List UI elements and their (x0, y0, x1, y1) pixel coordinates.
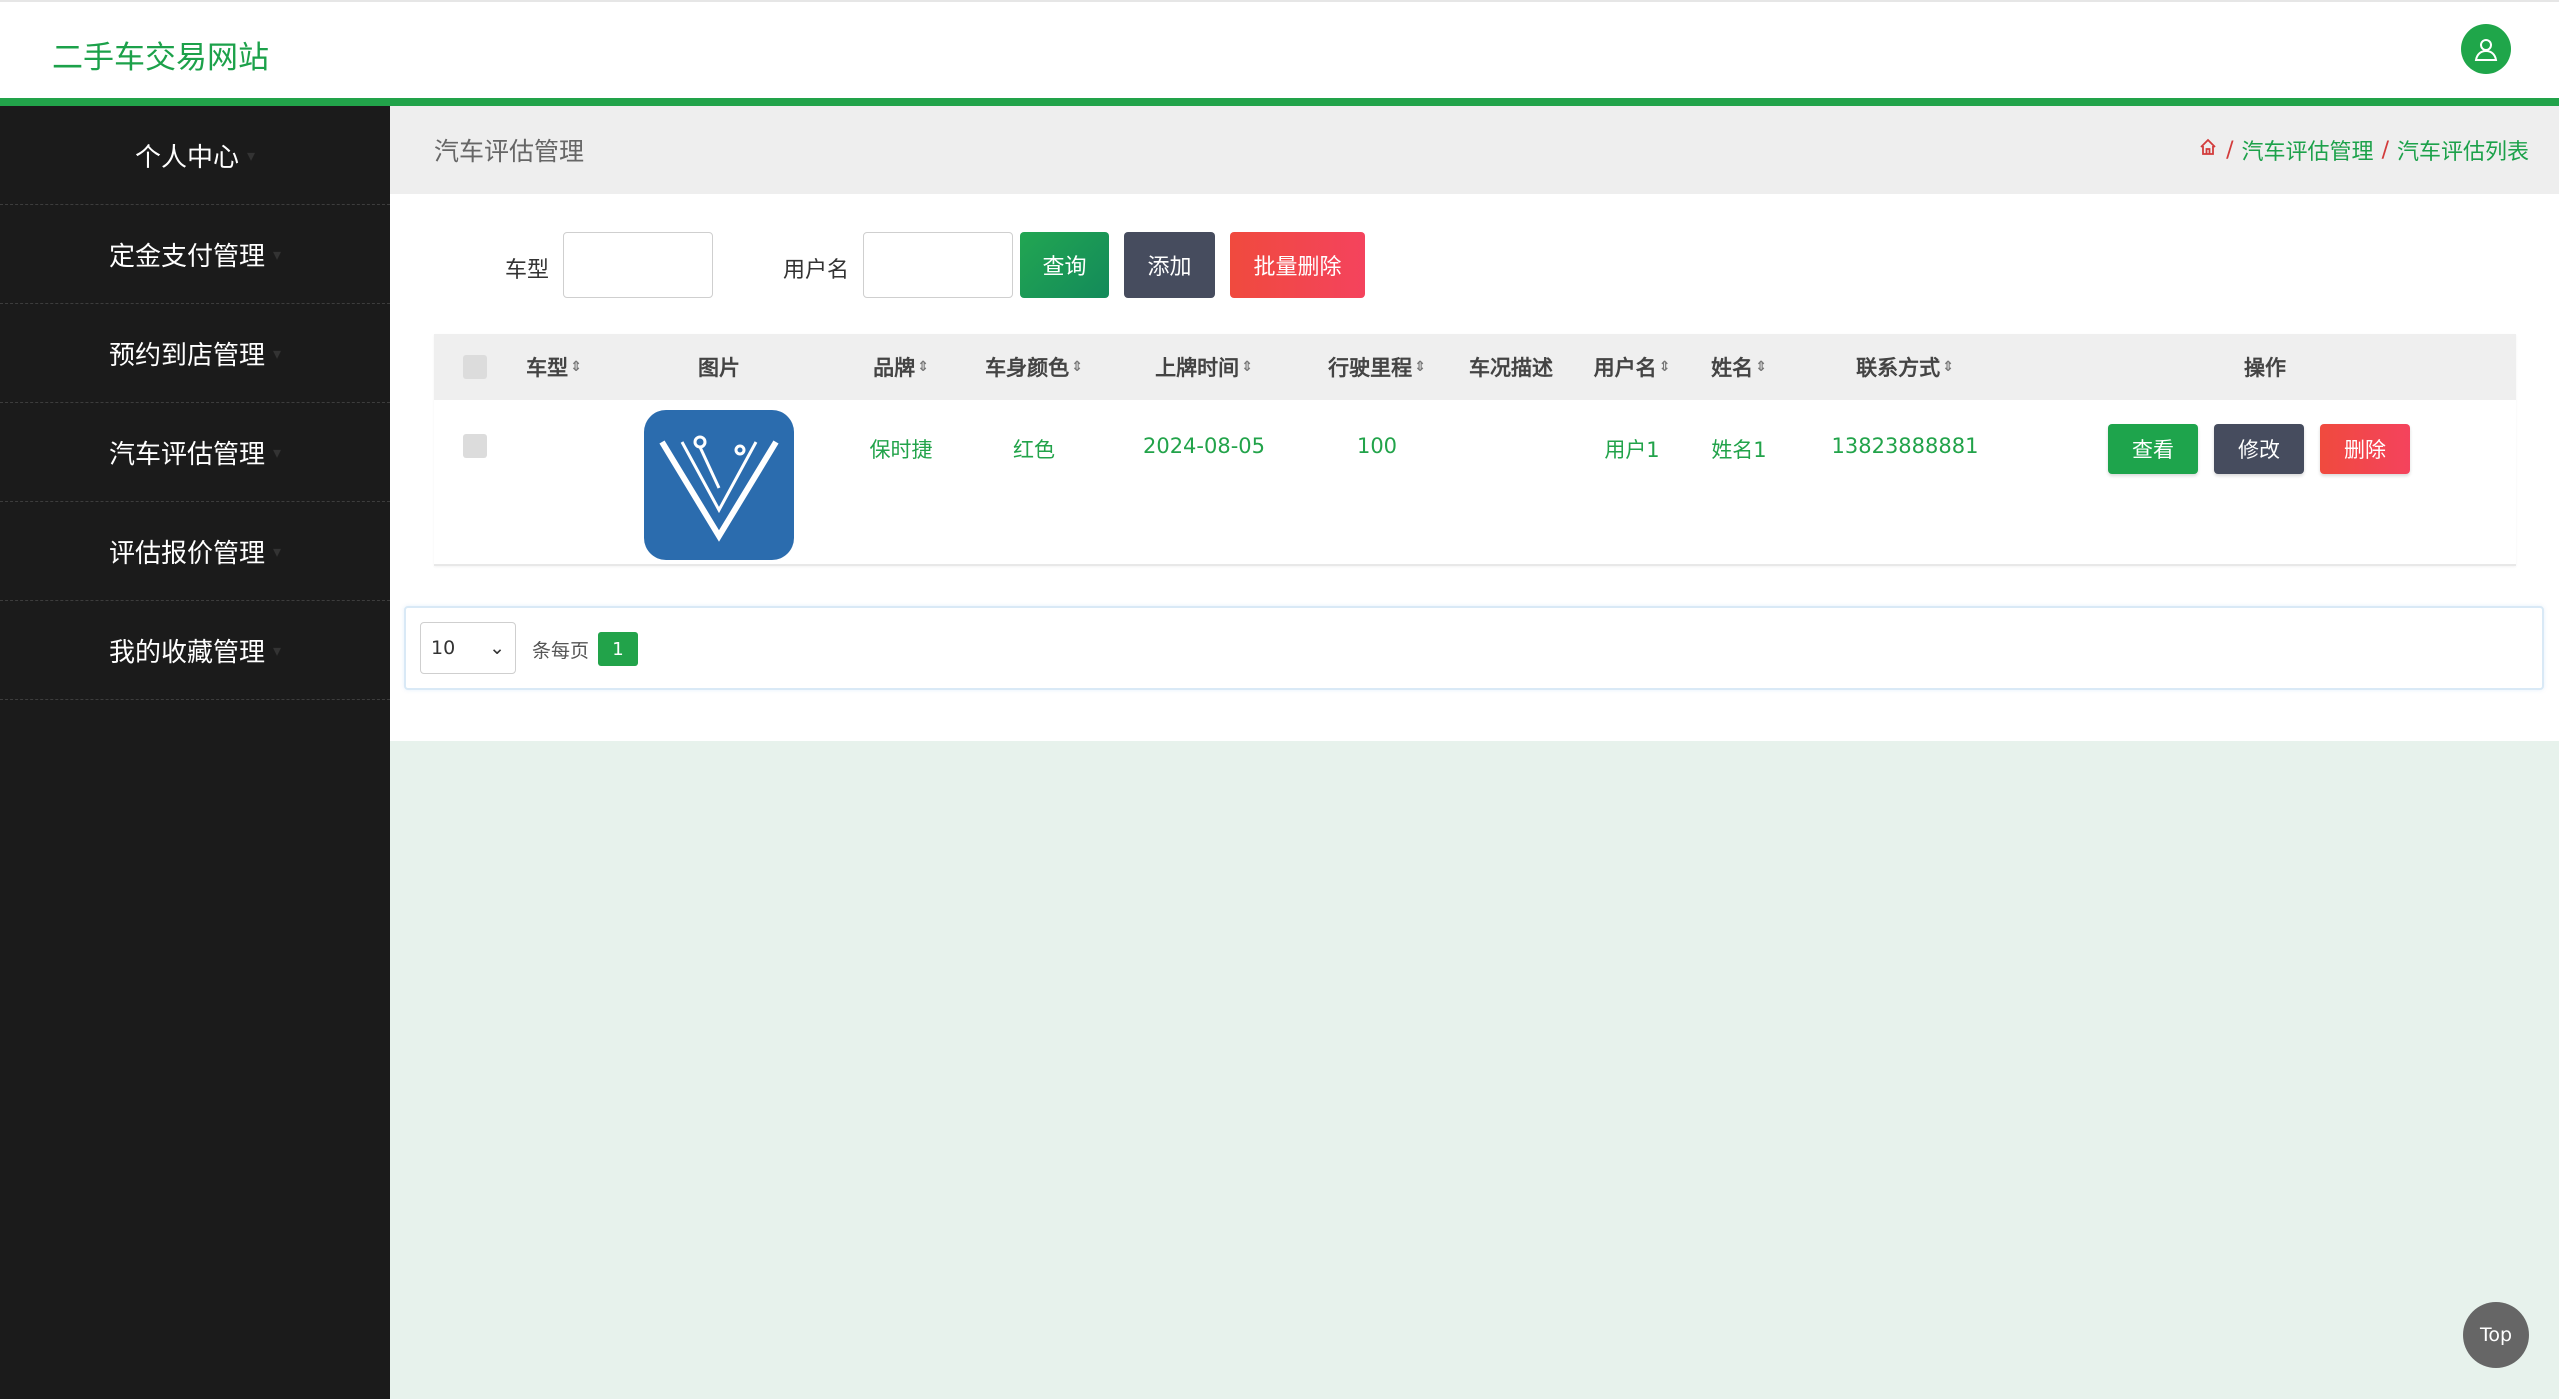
batch-delete-button[interactable]: 批量删除 (1230, 232, 1365, 298)
pagination-bar: 10 ⌄ 条每页 1 (404, 606, 2544, 690)
sidebar-item-label: 个人中心 (134, 142, 239, 173)
column-header-label: 上牌时间 (1155, 356, 1240, 380)
sidebar: 个人中心 ▾ 定金支付管理 ▾ 预约到店管理 ▾ 汽车评估管理 ▾ 评估报价管理… (0, 106, 390, 1399)
site-title[interactable]: 二手车交易网站 (52, 32, 269, 77)
sort-icon[interactable]: ⇕ (1659, 359, 1671, 375)
data-table: 车型 ⇕ 图片 品牌 ⇕ 车身颜色 ⇕ 上牌时间 ⇕ 行驶里程 ⇕ 车况描述 用户名 ⇕ 姓… (434, 334, 2516, 566)
edit-button[interactable]: 修改 (2214, 424, 2304, 474)
column-header-label: 操作 (2244, 356, 2286, 380)
column-header-color[interactable]: 车身颜色 ⇕ (985, 334, 1083, 400)
chevron-down-icon: ▾ (272, 541, 282, 561)
back-to-top-button[interactable]: Top (2463, 1302, 2529, 1368)
sidebar-item-favorites[interactable]: 我的收藏管理 ▾ (0, 601, 390, 700)
breadcrumb: / 汽车评估管理 / 汽车评估列表 (2198, 134, 2529, 166)
page-number-button[interactable]: 1 (598, 632, 638, 666)
sidebar-item-label: 预约到店管理 (108, 340, 265, 371)
breadcrumb-separator: / (2381, 137, 2389, 163)
page-header-bar: 汽车评估管理 / 汽车评估管理 / 汽车评估列表 (390, 106, 2559, 194)
sidebar-item-personal-center[interactable]: 个人中心 ▾ (0, 106, 390, 205)
column-header-image: 图片 (698, 334, 740, 400)
sidebar-item-label: 汽车评估管理 (108, 439, 265, 470)
column-header-condition: 车况描述 (1469, 334, 1553, 400)
column-header-label: 车身颜色 (985, 356, 1070, 380)
column-header-label: 图片 (698, 356, 740, 380)
column-header-mileage[interactable]: 行驶里程 ⇕ (1328, 334, 1426, 400)
column-header-plate-date[interactable]: 上牌时间 ⇕ (1155, 334, 1253, 400)
sidebar-item-label: 评估报价管理 (108, 538, 265, 569)
delete-button[interactable]: 删除 (2320, 424, 2410, 474)
query-button[interactable]: 查询 (1020, 232, 1109, 298)
page-size-select[interactable]: 10 ⌄ (420, 622, 516, 674)
top-header: 二手车交易网站 (0, 0, 2559, 106)
car-type-input[interactable] (563, 232, 713, 298)
sidebar-item-car-evaluation[interactable]: 汽车评估管理 ▾ (0, 403, 390, 502)
chevron-down-icon: ▾ (272, 640, 282, 660)
column-header-brand[interactable]: 品牌 ⇕ (873, 334, 929, 400)
chevron-down-icon: ▾ (272, 343, 282, 363)
main-area: 汽车评估管理 / 汽车评估管理 / 汽车评估列表 车型 用户名 查询 添加 批量… (390, 106, 2559, 1399)
page-size-value: 10 (431, 637, 456, 659)
sidebar-item-store-appointment[interactable]: 预约到店管理 ▾ (0, 304, 390, 403)
select-all-checkbox[interactable] (463, 355, 487, 379)
breadcrumb-item-evaluation-management[interactable]: 汽车评估管理 (2242, 134, 2374, 166)
sort-icon[interactable]: ⇕ (1942, 359, 1954, 375)
cell-contact: 13823888881 (1831, 434, 1979, 458)
breadcrumb-item-evaluation-list[interactable]: 汽车评估列表 (2397, 134, 2529, 166)
sidebar-item-label: 我的收藏管理 (108, 637, 265, 668)
car-type-label: 车型 (505, 258, 550, 283)
column-header-username[interactable]: 用户名 ⇕ (1594, 334, 1671, 400)
car-image (644, 410, 794, 560)
column-header-label: 车况描述 (1469, 356, 1553, 380)
column-header-actions: 操作 (2244, 334, 2286, 400)
page-title: 汽车评估管理 (434, 137, 585, 166)
column-header-label: 联系方式 (1856, 356, 1941, 380)
view-button[interactable]: 查看 (2108, 424, 2198, 474)
sort-icon[interactable]: ⇕ (1755, 359, 1767, 375)
sidebar-item-deposit-payment[interactable]: 定金支付管理 ▾ (0, 205, 390, 304)
column-header-label: 姓名 (1711, 356, 1754, 380)
chevron-down-icon: ▾ (272, 244, 282, 264)
sort-icon[interactable]: ⇕ (570, 359, 582, 375)
per-page-label: 条每页 (532, 640, 590, 662)
column-header-car-type[interactable]: 车型 ⇕ (526, 334, 582, 400)
username-input[interactable] (863, 232, 1013, 298)
cell-name: 姓名1 (1711, 438, 1767, 462)
breadcrumb-separator: / (2226, 137, 2234, 163)
sidebar-item-evaluation-quote[interactable]: 评估报价管理 ▾ (0, 502, 390, 601)
cell-color: 红色 (1013, 438, 1055, 462)
sidebar-item-label: 定金支付管理 (108, 241, 265, 272)
username-label: 用户名 (783, 258, 850, 283)
cell-brand: 保时捷 (869, 438, 933, 462)
user-avatar-icon[interactable] (2461, 24, 2511, 74)
column-header-name[interactable]: 姓名 ⇕ (1711, 334, 1767, 400)
cell-mileage: 100 (1356, 434, 1398, 458)
cell-username: 用户1 (1604, 438, 1660, 462)
add-button[interactable]: 添加 (1124, 232, 1215, 298)
column-header-label: 用户名 (1593, 356, 1657, 380)
chevron-down-icon: ⌄ (489, 637, 505, 659)
row-checkbox[interactable] (463, 434, 487, 458)
column-header-contact[interactable]: 联系方式 ⇕ (1856, 334, 1954, 400)
home-icon[interactable] (2198, 137, 2218, 163)
column-header-label: 车型 (526, 356, 569, 380)
chevron-down-icon: ▾ (246, 145, 256, 165)
sort-icon[interactable]: ⇕ (1071, 359, 1083, 375)
chevron-down-icon: ▾ (272, 442, 282, 462)
column-header-label: 品牌 (873, 356, 916, 380)
sort-icon[interactable]: ⇕ (1414, 359, 1426, 375)
cell-plate-date: 2024-08-05 (1142, 434, 1266, 458)
sort-icon[interactable]: ⇕ (917, 359, 929, 375)
column-header-label: 行驶里程 (1328, 356, 1413, 380)
table-header: 车型 ⇕ 图片 品牌 ⇕ 车身颜色 ⇕ 上牌时间 ⇕ 行驶里程 ⇕ 车况描述 用户名 ⇕ 姓… (434, 334, 2516, 400)
sort-icon[interactable]: ⇕ (1241, 359, 1253, 375)
